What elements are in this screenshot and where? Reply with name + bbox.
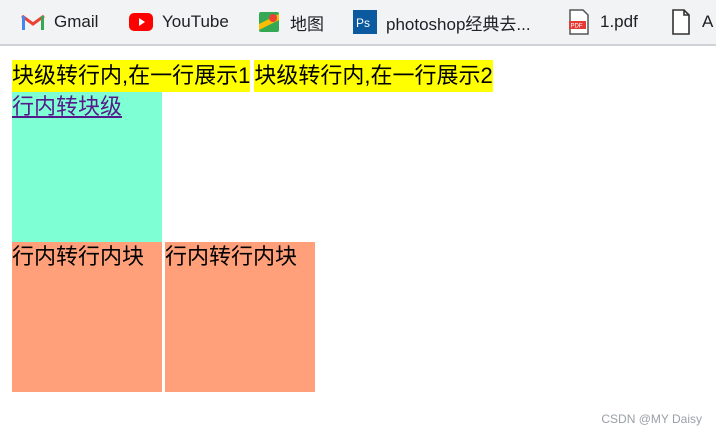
svg-text:PDF: PDF: [571, 24, 583, 30]
inline-to-inline-block-2: 行内转行内块: [165, 242, 315, 392]
inline-row: 块级转行内,在一行展示1 块级转行内,在一行展示2: [12, 60, 702, 92]
bookmark-label: photoshop经典去...: [386, 14, 531, 34]
bookmark-photoshop[interactable]: Ps photoshop经典去...: [352, 8, 531, 36]
watermark: CSDN @MY Daisy: [601, 412, 702, 426]
block-to-inline-2: 块级转行内,在一行展示2: [254, 60, 493, 92]
bookmark-label: YouTube: [162, 12, 229, 31]
file-icon: [668, 9, 694, 35]
bookmark-label: A: [702, 12, 714, 31]
bookmark-youtube[interactable]: YouTube: [128, 8, 229, 36]
page-content: 块级转行内,在一行展示1 块级转行内,在一行展示2 行内转块级 行内转行内块 行内转…: [12, 60, 702, 392]
bookmark-file[interactable]: A: [668, 8, 713, 36]
bookmark-maps[interactable]: 地图: [256, 8, 324, 36]
block-to-inline-1: 块级转行内,在一行展示1: [12, 60, 251, 92]
photoshop-icon: Ps: [352, 9, 378, 35]
bookmark-pdf[interactable]: PDF 1.pdf: [566, 8, 638, 36]
bookmark-label: Gmail: [54, 12, 99, 31]
gmail-icon: [20, 9, 46, 35]
maps-icon: [256, 9, 282, 35]
svg-text:Ps: Ps: [356, 16, 370, 30]
inline-to-block-link[interactable]: 行内转块级: [12, 92, 162, 242]
bookmark-label: 地图: [290, 14, 324, 34]
pdf-icon: PDF: [566, 9, 592, 35]
youtube-icon: [128, 9, 154, 35]
inline-block-row: 行内转行内块 行内转行内块: [12, 242, 702, 392]
bookmarks-bar: Gmail YouTube 地图 Ps photoshop经典去... PDF …: [0, 0, 716, 46]
bookmark-label: 1.pdf: [600, 12, 638, 31]
bookmark-gmail[interactable]: Gmail: [20, 8, 98, 36]
inline-to-inline-block-1: 行内转行内块: [12, 242, 162, 392]
